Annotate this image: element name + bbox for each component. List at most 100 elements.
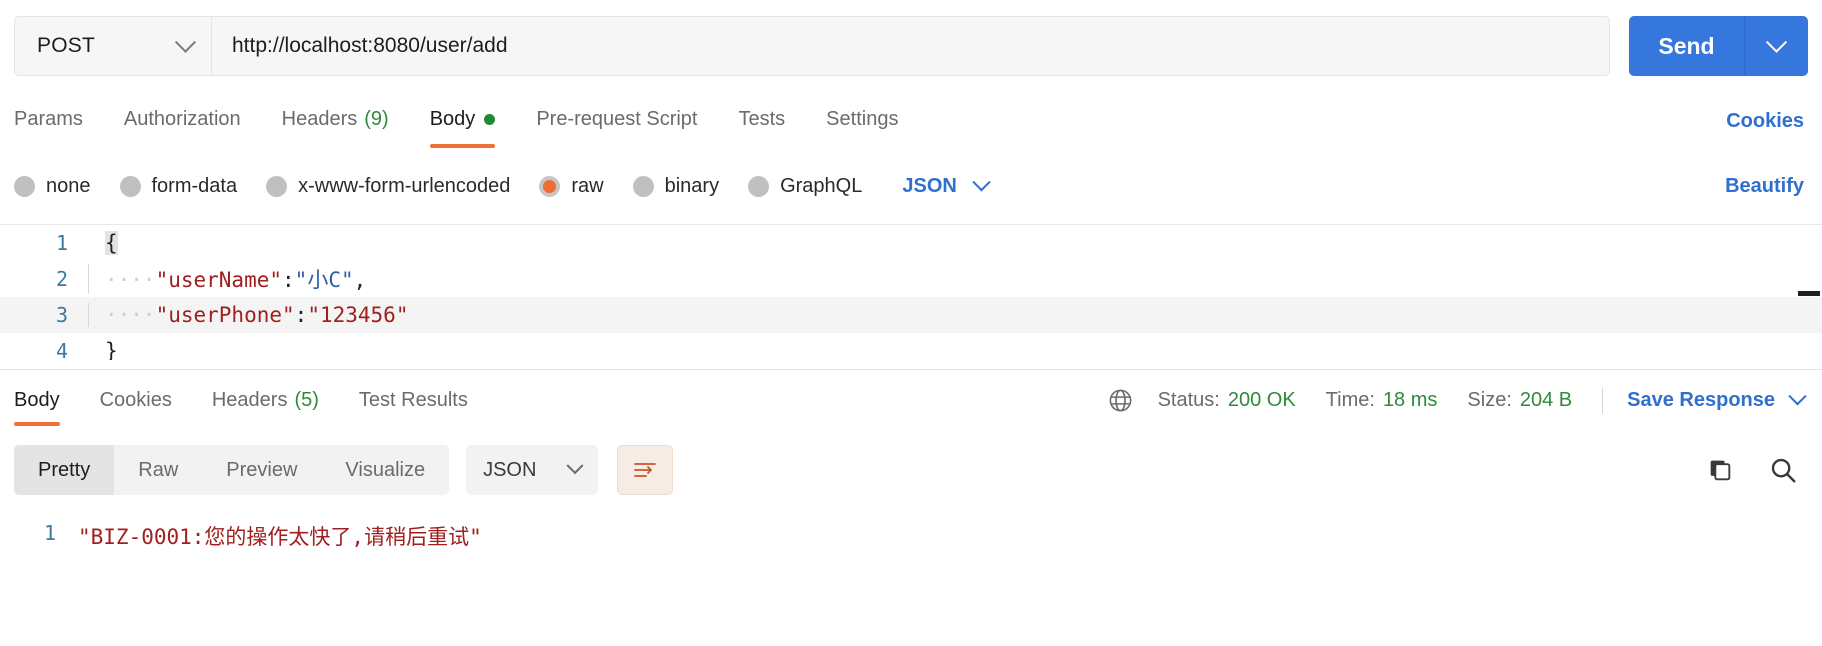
tab-body[interactable]: Body — [429, 92, 496, 150]
chevron-down-icon — [566, 457, 584, 475]
tab-label: Body — [14, 389, 60, 411]
request-tabs: Params Authorization Headers (9) Body Pr… — [0, 92, 1822, 150]
request-url-row: POST http://localhost:8080/user/add Send — [0, 0, 1822, 92]
view-mode-visualize[interactable]: Visualize — [321, 445, 449, 495]
tab-authorization[interactable]: Authorization — [124, 92, 241, 150]
send-button[interactable]: Send — [1629, 16, 1744, 76]
line-number: 1 — [43, 521, 56, 545]
chevron-down-icon — [174, 31, 197, 53]
url-input[interactable]: http://localhost:8080/user/add — [212, 17, 1609, 75]
view-mode-label: Visualize — [345, 458, 426, 481]
chevron-down-icon — [1765, 31, 1788, 53]
code-token-comma: , — [353, 268, 367, 292]
radio-label: raw — [571, 174, 604, 197]
request-body-editor[interactable]: 1 { 2 ····"userName":"小C", 3 ····"userPh… — [0, 224, 1822, 360]
tab-label: Headers — [281, 107, 358, 130]
body-type-urlencoded[interactable]: x-www-form-urlencoded — [266, 175, 510, 198]
body-language-label: JSON — [902, 174, 957, 197]
tab-label: Test Results — [358, 389, 468, 411]
code-content: { — [88, 231, 1822, 255]
response-tab-cookies[interactable]: Cookies — [100, 370, 172, 432]
radio-icon — [14, 175, 35, 197]
response-tabs-bar: Body Cookies Headers (5) Test Results St… — [0, 369, 1822, 431]
radio-icon — [119, 175, 141, 197]
tab-label: Tests — [738, 107, 786, 130]
tab-tests[interactable]: Tests — [738, 92, 785, 150]
chevron-down-icon — [1788, 387, 1807, 406]
body-type-row: none form-data x-www-form-urlencoded raw… — [0, 157, 1822, 215]
search-icon[interactable] — [1768, 455, 1798, 485]
editor-scrollbar[interactable] — [1798, 291, 1820, 296]
response-body-viewer[interactable]: 1 "BIZ-0001:您的操作太快了,请稍后重试" — [0, 509, 1822, 646]
line-number: 2 — [55, 267, 68, 291]
radio-icon-selected — [539, 175, 561, 197]
radio-label: form-data — [151, 174, 238, 197]
tab-pre-request-script[interactable]: Pre-request Script — [536, 92, 697, 150]
tab-label: Body — [429, 107, 476, 130]
response-format-label: JSON — [483, 458, 537, 481]
status-code: Status: 200 OK — [1158, 389, 1296, 412]
body-type-none[interactable]: none — [14, 175, 91, 198]
response-format-select[interactable]: JSON — [466, 445, 599, 495]
code-token-colon: : — [294, 303, 308, 327]
cookies-link[interactable]: Cookies — [1726, 110, 1808, 133]
response-size: Size: 204 B — [1467, 389, 1572, 412]
radio-label: x-www-form-urlencoded — [298, 174, 511, 197]
body-type-raw[interactable]: raw — [539, 174, 604, 198]
time-label: Time: — [1325, 389, 1375, 411]
tab-label: Params — [14, 107, 83, 130]
copy-icon[interactable] — [1706, 456, 1734, 484]
code-token-key: "userPhone" — [155, 303, 295, 327]
wrap-lines-button[interactable] — [617, 445, 674, 495]
body-type-binary[interactable]: binary — [632, 174, 720, 198]
body-present-dot-icon — [484, 113, 496, 125]
response-tab-headers[interactable]: Headers (5) — [212, 370, 319, 432]
radio-icon — [748, 175, 770, 197]
response-view-mode-group: Pretty Raw Preview Visualize — [14, 445, 450, 495]
radio-icon — [266, 175, 288, 197]
code-token-colon: : — [282, 268, 295, 292]
code-token-value: "123456" — [307, 303, 409, 327]
view-mode-preview[interactable]: Preview — [202, 445, 321, 495]
tab-label: Headers — [211, 389, 288, 411]
tab-label: Authorization — [123, 107, 241, 130]
radio-icon — [632, 175, 654, 197]
save-response-label: Save Response — [1627, 389, 1775, 411]
code-token-key: "userName" — [155, 268, 283, 292]
divider — [1602, 387, 1604, 414]
beautify-button[interactable]: Beautify — [1725, 175, 1808, 198]
code-content: ····"userPhone":"123456" — [88, 303, 1822, 327]
status-label: Status: — [1157, 389, 1220, 411]
code-indent: ···· — [105, 268, 156, 292]
tab-settings[interactable]: Settings — [826, 92, 898, 150]
time-value: 18 ms — [1382, 389, 1438, 411]
tab-label: Settings — [826, 107, 899, 130]
body-type-graphql[interactable]: GraphQL — [748, 175, 862, 198]
body-type-form-data[interactable]: form-data — [119, 174, 238, 198]
line-number: 4 — [55, 339, 68, 360]
send-options-button[interactable] — [1744, 16, 1808, 76]
code-line: 1 { — [0, 225, 1822, 261]
line-number: 3 — [55, 303, 68, 327]
code-line: 3 ····"userPhone":"123456" — [0, 297, 1822, 333]
tab-headers[interactable]: Headers (9) — [282, 92, 389, 150]
code-token-brace: { — [105, 231, 118, 255]
response-tab-body[interactable]: Body — [14, 370, 60, 432]
tab-label: Pre-request Script — [536, 107, 698, 130]
view-mode-raw[interactable]: Raw — [114, 445, 202, 495]
headers-count-badge: (5) — [294, 389, 319, 411]
code-content: } — [88, 339, 1822, 360]
view-mode-pretty[interactable]: Pretty — [14, 445, 115, 495]
body-language-select[interactable]: JSON — [902, 172, 991, 198]
radio-label: GraphQL — [780, 174, 863, 197]
radio-label: binary — [664, 174, 720, 197]
code-token-brace: } — [105, 339, 118, 360]
http-method-select[interactable]: POST — [15, 17, 212, 75]
tab-params[interactable]: Params — [14, 92, 83, 150]
response-view-toolbar: Pretty Raw Preview Visualize JSON — [0, 431, 1822, 509]
response-tab-test-results[interactable]: Test Results — [359, 370, 468, 432]
code-content: ····"userName":"小C", — [88, 264, 1822, 294]
save-response-button[interactable]: Save Response — [1627, 387, 1808, 412]
view-mode-label: Raw — [138, 458, 179, 481]
radio-label: none — [46, 174, 91, 197]
